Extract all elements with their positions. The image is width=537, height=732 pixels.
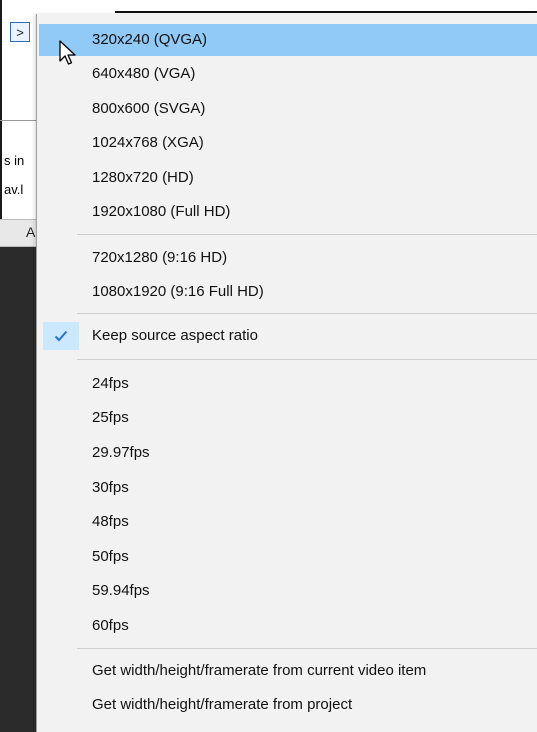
- menu-item-320x240[interactable]: 320x240 (QVGA): [39, 24, 537, 56]
- menu-item-label: 640x480 (VGA): [92, 65, 196, 82]
- background-dark-panel: [0, 247, 40, 732]
- menu-item-59-94fps[interactable]: 59.94fps: [39, 575, 537, 607]
- menu-item-24fps[interactable]: 24fps: [39, 368, 537, 400]
- menu-item-48fps[interactable]: 48fps: [39, 506, 537, 538]
- menu-item-label: 24fps: [92, 375, 129, 392]
- menu-item-label: 320x240 (QVGA): [92, 31, 208, 48]
- background-tab[interactable]: A: [26, 224, 35, 240]
- menu-separator: [77, 648, 537, 649]
- menu-item-800x600[interactable]: 800x600 (SVGA): [39, 93, 537, 125]
- check-icon: [43, 322, 79, 350]
- menu-item-30fps[interactable]: 30fps: [39, 472, 537, 504]
- menu-item-25fps[interactable]: 25fps: [39, 402, 537, 434]
- video-format-context-menu: 320x240 (QVGA) 640x480 (VGA) 800x600 (SV…: [36, 14, 537, 732]
- menu-item-1280x720[interactable]: 1280x720 (HD): [39, 162, 537, 194]
- menu-item-label: 30fps: [92, 479, 129, 496]
- menu-item-label: 1080x1920 (9:16 Full HD): [92, 283, 264, 300]
- menu-item-1024x768[interactable]: 1024x768 (XGA): [39, 127, 537, 159]
- menu-item-label: 1280x720 (HD): [92, 169, 194, 186]
- menu-item-60fps[interactable]: 60fps: [39, 610, 537, 642]
- menu-item-from-current-video-item[interactable]: Get width/height/framerate from current …: [39, 655, 537, 687]
- menu-item-1080x1920[interactable]: 1080x1920 (9:16 Full HD): [39, 276, 537, 308]
- menu-item-label: 800x600 (SVGA): [92, 100, 206, 117]
- menu-item-label: 29.97fps: [92, 444, 150, 461]
- menu-separator: [77, 234, 537, 235]
- menu-item-keep-aspect-ratio[interactable]: Keep source aspect ratio: [39, 320, 537, 352]
- menu-item-from-project[interactable]: Get width/height/framerate from project: [39, 689, 537, 721]
- menu-item-label: 50fps: [92, 548, 129, 565]
- mouse-pointer-icon: [59, 40, 76, 65]
- menu-item-29-97fps[interactable]: 29.97fps: [39, 437, 537, 469]
- menu-item-label: Get width/height/framerate from current …: [92, 662, 427, 679]
- menu-item-label: 59.94fps: [92, 582, 150, 599]
- background-text: av.l: [4, 182, 24, 197]
- menu-item-label: 25fps: [92, 409, 129, 426]
- menu-item-50fps[interactable]: 50fps: [39, 541, 537, 573]
- menu-item-label: 720x1280 (9:16 HD): [92, 249, 228, 266]
- menu-item-label: Keep source aspect ratio: [92, 327, 258, 344]
- background-text: s in: [4, 153, 25, 168]
- menu-separator: [77, 359, 537, 360]
- menu-separator: [77, 313, 537, 314]
- menu-item-label: 48fps: [92, 513, 129, 530]
- menu-item-640x480[interactable]: 640x480 (VGA): [39, 58, 537, 90]
- menu-item-1920x1080[interactable]: 1920x1080 (Full HD): [39, 196, 537, 228]
- expand-button[interactable]: >: [10, 22, 30, 42]
- background-divider: [0, 120, 40, 121]
- menu-item-label: Get width/height/framerate from project: [92, 696, 353, 713]
- menu-item-label: 60fps: [92, 617, 129, 634]
- background-window-edge: [115, 11, 537, 13]
- menu-item-720x1280[interactable]: 720x1280 (9:16 HD): [39, 242, 537, 274]
- menu-item-label: 1920x1080 (Full HD): [92, 203, 231, 220]
- menu-item-label: 1024x768 (XGA): [92, 134, 204, 151]
